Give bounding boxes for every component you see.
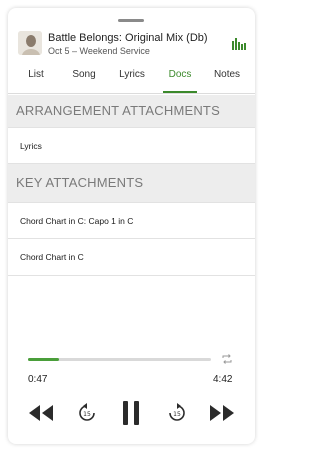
progress-bar[interactable] bbox=[28, 358, 211, 361]
arrangement-attachments-header: ARRANGEMENT ATTACHMENTS bbox=[8, 95, 255, 127]
skip-back-seconds: 15 bbox=[83, 411, 91, 418]
tab-song[interactable]: Song bbox=[64, 66, 104, 93]
tab-list[interactable]: List bbox=[16, 66, 56, 93]
tab-docs[interactable]: Docs bbox=[163, 66, 197, 93]
service-subtitle: Oct 5 – Weekend Service bbox=[48, 46, 150, 56]
fast-forward-icon[interactable] bbox=[209, 404, 235, 422]
pause-icon[interactable] bbox=[122, 400, 140, 426]
playback-controls: 15 15 bbox=[8, 398, 255, 428]
loop-icon[interactable] bbox=[221, 353, 233, 365]
progress-fill bbox=[28, 358, 59, 361]
skip-back-15-icon[interactable]: 15 bbox=[78, 402, 96, 424]
song-title: Battle Belongs: Original Mix (Db) bbox=[48, 32, 208, 44]
grabber-handle[interactable] bbox=[118, 19, 144, 22]
attachment-label: Chord Chart in C bbox=[20, 252, 84, 262]
key-attachments-header: KEY ATTACHMENTS bbox=[8, 164, 255, 202]
attachment-chord-chart-capo[interactable]: Chord Chart in C: Capo 1 in C bbox=[8, 202, 255, 239]
album-art bbox=[18, 31, 42, 55]
elapsed-time: 0:47 bbox=[28, 374, 48, 385]
attachment-lyrics[interactable]: Lyrics bbox=[8, 127, 255, 164]
tab-lyrics[interactable]: Lyrics bbox=[112, 66, 152, 93]
rewind-icon[interactable] bbox=[28, 404, 54, 422]
now-playing-header: Battle Belongs: Original Mix (Db) Oct 5 … bbox=[8, 30, 255, 70]
equalizer-icon[interactable] bbox=[232, 38, 246, 50]
skip-forward-seconds: 15 bbox=[173, 411, 181, 418]
total-duration: 4:42 bbox=[213, 374, 233, 385]
attachment-label: Chord Chart in C: Capo 1 in C bbox=[20, 215, 134, 226]
audio-player: 0:47 4:42 15 15 bbox=[8, 348, 255, 444]
now-playing-sheet: Battle Belongs: Original Mix (Db) Oct 5 … bbox=[8, 8, 255, 444]
attachment-label: Lyrics bbox=[20, 140, 42, 151]
tab-bar: List Song Lyrics Docs Notes bbox=[8, 66, 255, 94]
skip-forward-15-icon[interactable]: 15 bbox=[168, 402, 186, 424]
attachment-chord-chart[interactable]: Chord Chart in C bbox=[8, 239, 255, 276]
tab-notes[interactable]: Notes bbox=[207, 66, 247, 93]
